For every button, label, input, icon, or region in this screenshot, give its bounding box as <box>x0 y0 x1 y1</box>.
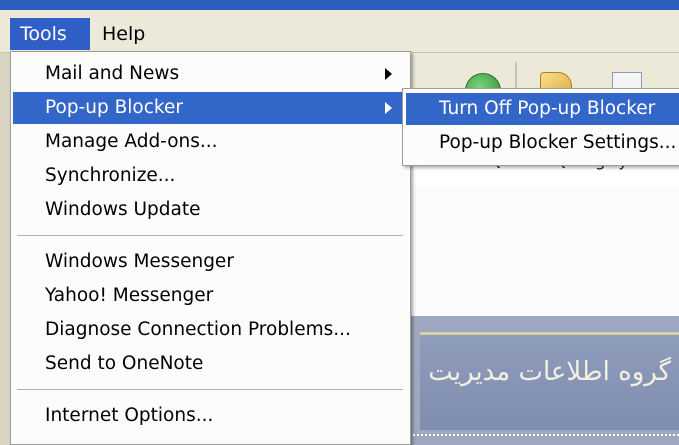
menu-item-label: Pop-up Blocker <box>45 97 183 118</box>
menu-separator <box>17 389 403 391</box>
menu-item-internet-options[interactable]: Internet Options... <box>13 400 407 432</box>
menu-item-popup-blocker-settings[interactable]: Pop-up Blocker Settings... <box>406 127 679 159</box>
menu-tools[interactable]: Tools <box>10 18 90 50</box>
menu-item-yahoo-messenger[interactable]: Yahoo! Messenger <box>13 280 407 312</box>
page-content <box>405 186 679 316</box>
menu-item-label: Send to OneNote <box>45 353 204 374</box>
menu-item-synchronize[interactable]: Synchronize... <box>13 160 407 192</box>
menu-item-label: Windows Update <box>45 199 201 220</box>
submenu-arrow-icon <box>385 68 392 80</box>
menu-item-label: Diagnose Connection Problems... <box>45 319 351 340</box>
menu-item-turn-off-popup-blocker[interactable]: Turn Off Pop-up Blocker <box>406 93 679 125</box>
tools-dropdown-menu: Mail and News Pop-up Blocker Manage Add-… <box>10 51 411 445</box>
title-bar <box>0 0 679 10</box>
menu-item-label: Yahoo! Messenger <box>45 285 214 306</box>
menu-item-popup-blocker[interactable]: Pop-up Blocker <box>13 92 407 124</box>
menu-item-label: Synchronize... <box>45 165 176 186</box>
popup-blocker-submenu: Turn Off Pop-up Blocker Pop-up Blocker S… <box>402 88 679 166</box>
menu-separator <box>17 235 403 237</box>
menu-item-label: Mail and News <box>45 63 180 84</box>
submenu-arrow-icon <box>385 102 392 114</box>
banner-text: گروه اطلاعات مدیریت <box>428 357 671 387</box>
menu-item-send-to-onenote[interactable]: Send to OneNote <box>13 348 407 380</box>
page-banner: گروه اطلاعات مدیریت <box>420 332 679 430</box>
menu-item-diagnose-connection[interactable]: Diagnose Connection Problems... <box>13 314 407 346</box>
menu-item-windows-update[interactable]: Windows Update <box>13 194 407 226</box>
menu-item-label: Manage Add-ons... <box>45 131 218 152</box>
menu-item-mail-and-news[interactable]: Mail and News <box>13 58 407 90</box>
menu-item-manage-add-ons[interactable]: Manage Add-ons... <box>13 126 407 158</box>
menu-item-label: Turn Off Pop-up Blocker <box>439 98 656 119</box>
menu-help[interactable]: Help <box>92 18 155 50</box>
menu-item-label: Internet Options... <box>45 405 214 426</box>
menu-bar: Tools Help <box>0 10 679 53</box>
dotted-divider <box>405 434 679 436</box>
menu-item-windows-messenger[interactable]: Windows Messenger <box>13 246 407 278</box>
menu-item-label: Windows Messenger <box>45 251 234 272</box>
menu-item-label: Pop-up Blocker Settings... <box>439 132 677 153</box>
